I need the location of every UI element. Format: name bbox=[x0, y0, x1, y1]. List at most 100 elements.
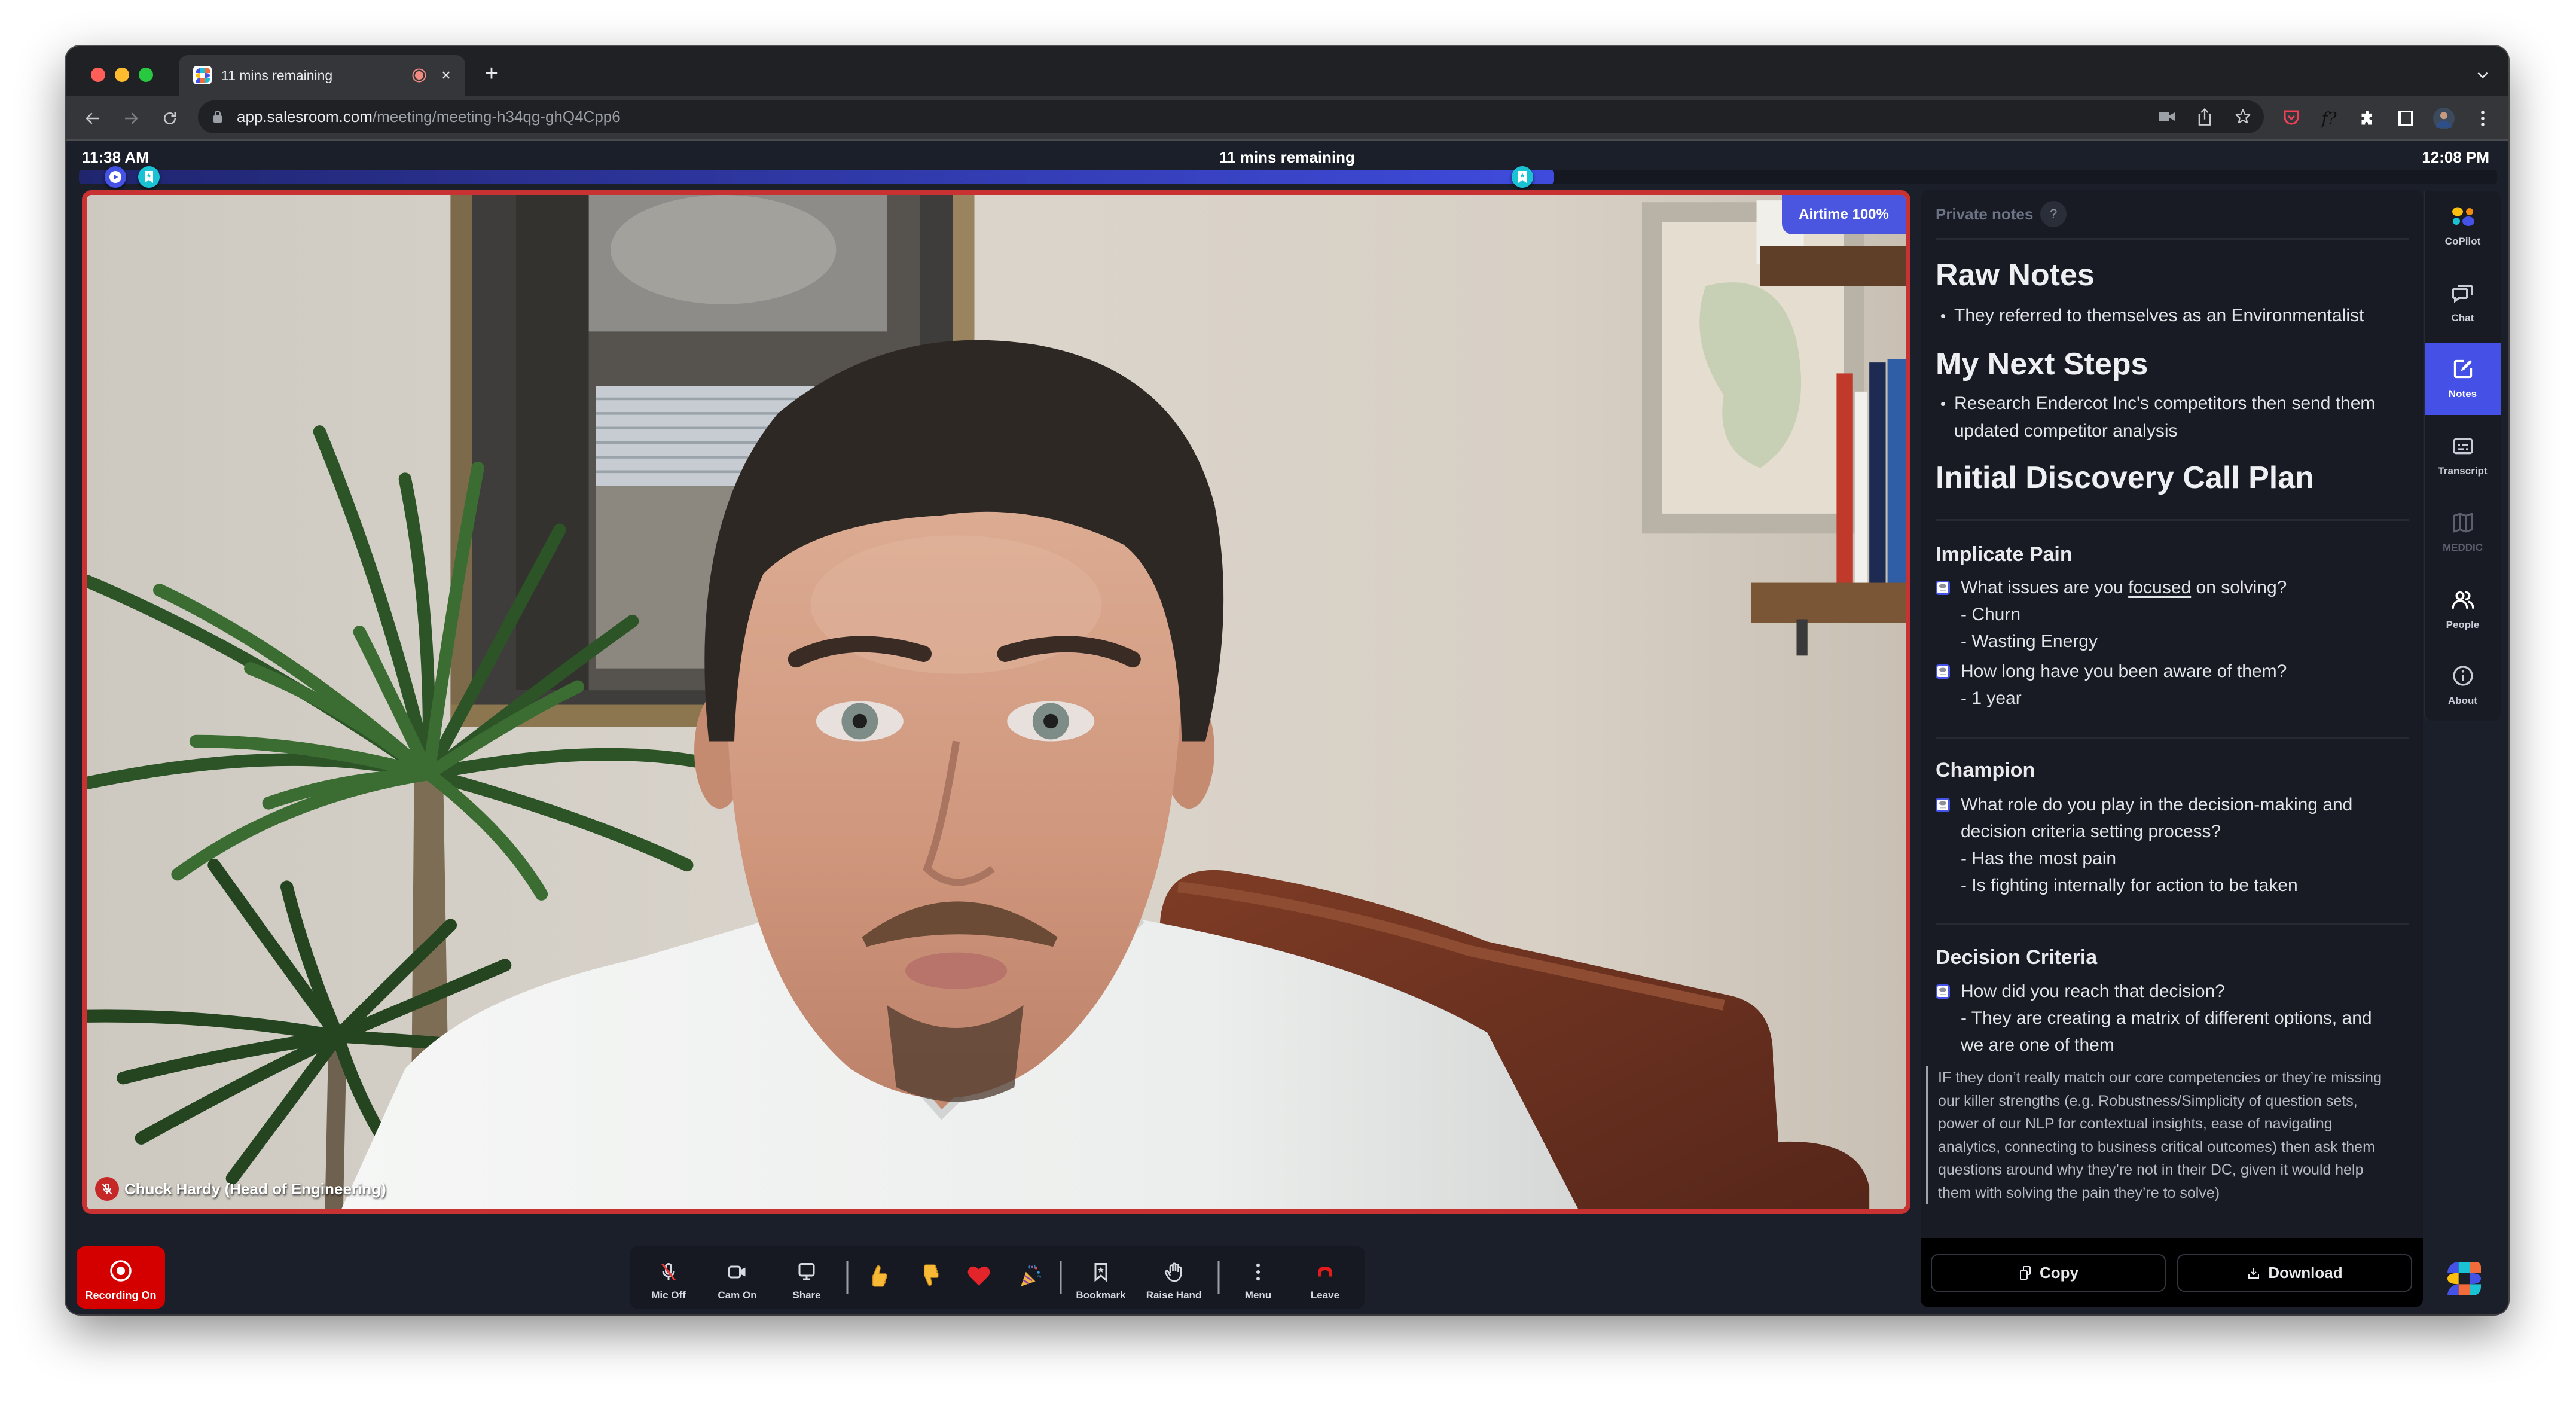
reaction-thumbs-down-button[interactable] bbox=[908, 1246, 950, 1309]
timeline-bookmark-marker[interactable] bbox=[1512, 166, 1534, 188]
map-icon bbox=[2453, 513, 2473, 533]
checklist-item[interactable]: How did you reach that decision? - They … bbox=[1936, 978, 2409, 1059]
tab-close-button[interactable]: × bbox=[441, 67, 451, 84]
maximize-window-button[interactable] bbox=[139, 68, 153, 82]
mic-toggle-button[interactable]: Mic Off bbox=[635, 1246, 702, 1309]
recording-indicator-icon bbox=[412, 68, 426, 83]
rail-item-chat[interactable]: Chat bbox=[2425, 267, 2501, 339]
notes-panel: Private notes ? Raw Notes They referred … bbox=[1921, 190, 2423, 1307]
puzzle-extensions-icon[interactable] bbox=[2360, 110, 2376, 127]
notes-icon bbox=[2453, 359, 2472, 379]
bookmark-button[interactable]: Bookmark bbox=[1067, 1246, 1134, 1309]
rail-item-meddic[interactable]: MEDDIC bbox=[2425, 497, 2501, 569]
rail-label: Chat bbox=[2451, 312, 2474, 324]
guidance-blockquote[interactable]: IF they don’t really match our core comp… bbox=[1926, 1066, 2382, 1204]
private-notes-label: Private notes bbox=[1936, 205, 2034, 223]
reload-button[interactable] bbox=[161, 109, 179, 127]
answer-text: - Churn bbox=[1961, 605, 2021, 624]
bookmark-star-icon bbox=[1518, 171, 1527, 183]
rail-item-about[interactable]: About bbox=[2425, 650, 2501, 722]
bookmark-icon bbox=[1094, 1263, 1107, 1282]
pocket-extension-icon[interactable] bbox=[2282, 109, 2300, 128]
checkbox[interactable] bbox=[1936, 581, 1950, 595]
rail-label: CoPilot bbox=[2444, 236, 2481, 247]
url-host: app.salesroom.com bbox=[237, 108, 373, 126]
leave-call-label: Leave bbox=[1310, 1289, 1340, 1301]
next-steps-heading: My Next Steps bbox=[1936, 347, 2148, 382]
toolbar-divider bbox=[1060, 1261, 1062, 1294]
browser-toolbar: app.salesroom.com/meeting/meeting-h34qg-… bbox=[66, 96, 2508, 139]
copy-icon bbox=[2020, 1265, 2031, 1280]
bullet-text: They referred to themselves as an Enviro… bbox=[1954, 306, 2364, 325]
profile-avatar[interactable] bbox=[2433, 108, 2455, 129]
raise-hand-label: Raise Hand bbox=[1146, 1289, 1202, 1301]
help-icon[interactable]: ? bbox=[2040, 201, 2067, 227]
question-text: What issues are you focused on solving? bbox=[1961, 574, 2409, 601]
rail-item-notes[interactable]: Notes bbox=[2425, 343, 2501, 415]
question-text-part: What issues are you bbox=[1961, 578, 2129, 597]
raw-notes-list[interactable]: They referred to themselves as an Enviro… bbox=[1936, 302, 2409, 330]
meeting-end-time: 12:08 PM bbox=[2422, 148, 2489, 166]
checkbox[interactable] bbox=[1936, 798, 1950, 812]
share-icon[interactable] bbox=[2196, 107, 2213, 126]
copy-notes-button[interactable]: Copy bbox=[1931, 1254, 2166, 1292]
bookmark-star-icon[interactable] bbox=[2234, 108, 2252, 126]
download-icon bbox=[2248, 1267, 2260, 1279]
share-screen-button[interactable]: Share bbox=[773, 1246, 840, 1309]
checklist-item[interactable]: How long have you been aware of them? - … bbox=[1936, 658, 2409, 712]
browser-menu-icon[interactable] bbox=[2480, 109, 2486, 127]
mic-off-icon bbox=[661, 1263, 676, 1281]
browser-tab-active[interactable]: 11 mins remaining × bbox=[179, 55, 465, 96]
menu-button[interactable]: Menu bbox=[1225, 1246, 1292, 1309]
people-icon bbox=[2452, 591, 2474, 609]
address-bar[interactable]: app.salesroom.com/meeting/meeting-h34qg-… bbox=[198, 100, 2264, 133]
close-window-button[interactable] bbox=[91, 68, 105, 82]
checkbox[interactable] bbox=[1936, 984, 1950, 999]
list-item[interactable]: Research Endercot Inc's competitors then… bbox=[1936, 390, 2409, 445]
tab-title: 11 mins remaining bbox=[221, 68, 333, 83]
rail-item-transcript[interactable]: Transcript bbox=[2425, 420, 2501, 492]
chat-icon bbox=[2452, 285, 2473, 303]
leave-call-button[interactable]: Leave bbox=[1292, 1246, 1359, 1309]
bullet-text-line: Research Endercot Inc's competitors then… bbox=[1954, 394, 2376, 413]
video-camera-icon[interactable] bbox=[2157, 110, 2177, 123]
forward-button[interactable] bbox=[122, 109, 140, 127]
url-text[interactable]: app.salesroom.com/meeting/meeting-h34qg-… bbox=[237, 100, 621, 133]
back-button[interactable] bbox=[84, 109, 102, 127]
reaction-heart-button[interactable] bbox=[958, 1246, 1000, 1309]
raise-hand-button[interactable]: Raise Hand bbox=[1140, 1246, 1207, 1309]
timeline-progress-fill bbox=[79, 170, 1554, 184]
rail-item-people[interactable]: People bbox=[2425, 574, 2501, 646]
tab-search-chevron-icon[interactable] bbox=[2475, 67, 2490, 83]
next-steps-list[interactable]: Research Endercot Inc's competitors then… bbox=[1936, 390, 2409, 445]
formula-extension-icon[interactable]: f? bbox=[2321, 109, 2336, 129]
raw-notes-heading: Raw Notes bbox=[1936, 258, 2095, 292]
thumbs-up-icon bbox=[872, 1265, 887, 1287]
download-notes-button[interactable]: Download bbox=[2177, 1254, 2412, 1292]
timeline-start-marker[interactable] bbox=[104, 166, 126, 188]
recording-label: Recording On bbox=[85, 1289, 157, 1301]
checklist-item[interactable]: What issues are you focused on solving? … bbox=[1936, 574, 2409, 655]
timeline-bookmark-marker[interactable] bbox=[138, 166, 160, 188]
camera-toggle-button[interactable]: Cam On bbox=[704, 1246, 771, 1309]
reaction-thumbs-up-button[interactable] bbox=[857, 1246, 899, 1309]
checkbox[interactable] bbox=[1936, 664, 1950, 679]
url-path: /meeting/meeting-h34qg-ghQ4Cpp6 bbox=[372, 108, 621, 126]
checklist-item[interactable]: What role do you play in the decision-ma… bbox=[1936, 791, 2409, 899]
lock-icon[interactable] bbox=[212, 109, 223, 124]
participant-video-tile[interactable]: Airtime 100% Chuck Hardy (Head of Engine… bbox=[82, 190, 1910, 1214]
minimize-window-button[interactable] bbox=[115, 68, 129, 82]
answer-text: - 1 year bbox=[1961, 688, 2022, 708]
reaction-party-button[interactable] bbox=[1009, 1246, 1051, 1309]
list-item[interactable]: They referred to themselves as an Enviro… bbox=[1936, 302, 2409, 330]
sidebar-toggle-icon[interactable] bbox=[2398, 110, 2413, 127]
answer-text: - They are creating a matrix of differen… bbox=[1961, 1008, 2372, 1028]
participant-video-feed bbox=[87, 195, 1906, 1209]
meeting-timeline-track[interactable] bbox=[79, 166, 2497, 188]
rail-item-copilot[interactable]: CoPilot bbox=[2425, 191, 2501, 263]
video-camera-icon bbox=[728, 1265, 746, 1279]
new-tab-button[interactable]: + bbox=[485, 62, 498, 85]
recording-toggle-button[interactable]: Recording On bbox=[77, 1246, 165, 1309]
party-popper-icon bbox=[1021, 1264, 1042, 1286]
bookmark-label: Bookmark bbox=[1076, 1289, 1126, 1301]
